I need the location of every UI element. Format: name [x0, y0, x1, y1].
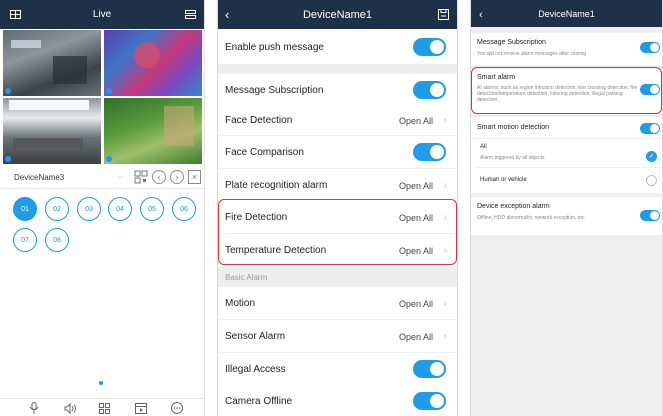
option-label: All	[480, 144, 487, 150]
row-label: Illegal Access	[225, 364, 286, 375]
section-header: Basic Alarm	[218, 267, 457, 287]
playback-icon[interactable]	[134, 402, 148, 414]
device-exception-toggle[interactable]	[640, 210, 660, 221]
row-value: Open All	[398, 115, 433, 126]
camera-grid	[3, 30, 202, 164]
device-selector[interactable]: DeviceName3 ⌵ ‹ › ×	[0, 167, 204, 189]
enable-push-row: Enable push message	[218, 31, 457, 64]
row-value: Open All	[398, 180, 433, 191]
close-icon[interactable]: ×	[188, 170, 201, 184]
device-name: DeviceName3	[14, 173, 65, 182]
microphone-icon[interactable]	[27, 402, 41, 414]
status-dot	[106, 156, 112, 162]
face-detection-row[interactable]: Face Detection Open All ›	[218, 104, 457, 137]
arrow-left-icon[interactable]: ‹	[152, 170, 166, 184]
camera-view-3[interactable]	[3, 98, 101, 164]
layout-icon[interactable]	[97, 402, 111, 414]
row-label: Message Subscription	[477, 39, 546, 46]
row-value: Open All	[398, 298, 433, 309]
message-subscription-toggle[interactable]	[640, 42, 660, 53]
bottom-toolbar	[0, 398, 204, 416]
arrow-right-icon[interactable]: ›	[170, 170, 184, 184]
channel-button[interactable]: 05	[140, 197, 164, 221]
enable-push-toggle[interactable]	[413, 38, 446, 56]
settings-header: ‹ DeviceName1	[218, 0, 457, 29]
channel-button[interactable]: 08	[45, 228, 69, 252]
more-icon[interactable]	[170, 402, 184, 414]
camera-view-4[interactable]	[104, 98, 202, 164]
sensor-alarm-row[interactable]: Sensor Alarm Open All ›	[218, 320, 457, 353]
row-value: Open All	[398, 331, 433, 342]
highlight-box	[218, 199, 457, 265]
status-dot	[5, 156, 11, 162]
qr-code-icon[interactable]	[134, 170, 148, 186]
row-label: Smart motion detection	[477, 124, 549, 131]
highlight-box	[471, 67, 662, 114]
option-label: Human or vehicle	[480, 177, 527, 183]
live-screen: Live DeviceName3 ⌵ ‹ › × 01 02 03 04 05 …	[0, 0, 205, 416]
section-separator	[218, 64, 457, 74]
page-title: Live	[92, 9, 112, 20]
device-settings-screen: ‹ DeviceName1 Enable push message Messag…	[217, 0, 458, 416]
row-label: Face Comparison	[225, 147, 304, 158]
smart-motion-toggle[interactable]	[640, 123, 660, 134]
channel-button[interactable]: 07	[13, 228, 37, 252]
message-subscription-block: Message Subscription You will not receiv…	[471, 33, 662, 65]
row-label: Face Detection	[225, 115, 293, 126]
row-label: Plate recognition alarm	[225, 180, 328, 191]
chevron-right-icon: ›	[443, 331, 447, 342]
speaker-icon[interactable]	[63, 402, 77, 414]
smart-motion-block: Smart motion detection All Alarm trigger…	[471, 117, 662, 193]
illegal-access-row: Illegal Access	[218, 353, 457, 386]
back-arrow-icon[interactable]: ‹	[225, 0, 229, 29]
face-comparison-row: Face Comparison	[218, 136, 457, 169]
plate-recognition-row[interactable]: Plate recognition alarm Open All ›	[218, 169, 457, 202]
row-label: Motion	[225, 298, 256, 309]
page-indicator	[99, 381, 103, 385]
menu-icon[interactable]	[185, 0, 196, 29]
camera-offline-toggle[interactable]	[413, 392, 446, 410]
save-icon[interactable]	[438, 0, 449, 29]
chevron-right-icon: ›	[443, 180, 447, 191]
layout-grid-icon[interactable]	[10, 0, 21, 29]
channel-button[interactable]: 03	[77, 197, 101, 221]
row-description: Offline, HDD abnormality, network except…	[477, 215, 586, 221]
page-title: DeviceName1	[538, 8, 595, 19]
chevron-down-icon[interactable]: ⌵	[117, 172, 123, 182]
back-arrow-icon[interactable]: ‹	[479, 0, 483, 29]
chevron-right-icon: ›	[443, 115, 447, 126]
channel-button[interactable]: 04	[108, 197, 132, 221]
row-label: Sensor Alarm	[225, 331, 286, 342]
option-description: Alarm triggered by all objects	[480, 155, 545, 161]
channel-button[interactable]: 02	[45, 197, 69, 221]
camera-offline-row: Camera Offline	[218, 385, 457, 416]
status-dot	[106, 88, 112, 94]
status-dot	[5, 88, 11, 94]
chevron-right-icon: ›	[443, 298, 447, 309]
human-vehicle-radio[interactable]	[646, 175, 657, 186]
live-header: Live	[0, 0, 204, 29]
message-subscription-toggle[interactable]	[413, 81, 446, 99]
message-subscription-row: Message Subscription	[218, 74, 457, 107]
row-label: Camera Offline	[225, 396, 293, 407]
illegal-access-toggle[interactable]	[413, 360, 446, 378]
page-title: DeviceName1	[302, 8, 373, 21]
alarm-settings-screen: ‹ DeviceName1 Message Subscription You w…	[470, 0, 663, 416]
row-label: Message Subscription	[225, 85, 324, 96]
camera-view-2[interactable]	[104, 30, 202, 96]
all-radio[interactable]: ✓	[646, 151, 657, 162]
channel-button[interactable]: 06	[172, 197, 196, 221]
motion-row[interactable]: Motion Open All ›	[218, 287, 457, 320]
channel-button[interactable]: 01	[13, 197, 37, 221]
alarm-header: ‹ DeviceName1	[471, 0, 662, 27]
device-exception-block: Device exception alarm Offline, HDD abno…	[471, 197, 662, 235]
divider	[471, 138, 662, 139]
divider	[477, 167, 662, 168]
row-description: You will not receive alarm messages afte…	[477, 51, 587, 57]
camera-view-1[interactable]	[3, 30, 101, 96]
row-label: Enable push message	[225, 42, 324, 53]
face-comparison-toggle[interactable]	[413, 143, 446, 161]
row-label: Device exception alarm	[477, 203, 550, 210]
